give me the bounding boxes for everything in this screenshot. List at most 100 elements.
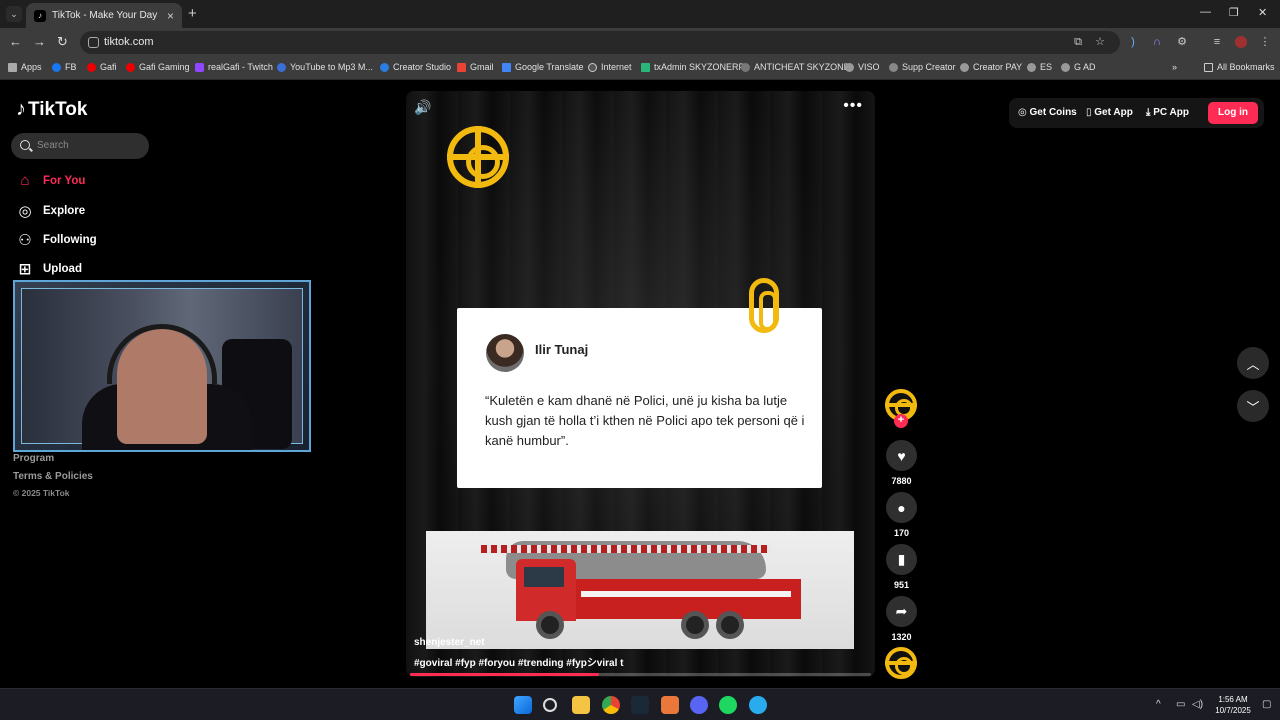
headset bbox=[107, 324, 217, 384]
heart-icon: ♥ bbox=[897, 447, 906, 464]
install-app-icon[interactable]: ⧉ bbox=[1072, 36, 1084, 48]
share-button[interactable]: ➦ bbox=[886, 596, 917, 627]
video-player[interactable]: 🔊 ••• Ilir Tunaj “Kuletën e kam dhanë në… bbox=[406, 91, 875, 677]
browser-menu-icon[interactable]: ⋮ bbox=[1259, 36, 1271, 48]
facebook-icon bbox=[52, 62, 61, 72]
home-icon: ⌂ bbox=[20, 172, 30, 189]
login-button[interactable]: Log in bbox=[1208, 102, 1258, 124]
bookmark-star-icon[interactable]: ☆ bbox=[1094, 36, 1106, 48]
url-text: tiktok.com bbox=[104, 36, 154, 48]
search-input[interactable]: Search bbox=[11, 133, 149, 159]
tray-chevron-icon[interactable]: ^ bbox=[1156, 699, 1161, 710]
nav-explore[interactable]: ◎ Explore bbox=[16, 202, 85, 220]
bookmark-anticheat[interactable]: ANTICHEAT SKYZONE bbox=[741, 62, 850, 72]
telegram-icon[interactable] bbox=[749, 696, 767, 714]
video-caption[interactable]: #goviral #fyp #foryou #trending #fypシvir… bbox=[414, 654, 624, 669]
app-a-icon[interactable] bbox=[661, 696, 679, 714]
bookmark-g-ad[interactable]: G AD bbox=[1061, 62, 1096, 72]
address-bar[interactable]: tiktok.com bbox=[80, 31, 1120, 54]
browser-tab[interactable]: ♪ TikTok - Make Your Day × bbox=[26, 3, 182, 28]
footer-program-link[interactable]: Program bbox=[13, 453, 54, 464]
extensions-puzzle-icon[interactable]: ⚙ bbox=[1176, 36, 1188, 48]
window-close-icon[interactable]: ✕ bbox=[1258, 6, 1267, 19]
pc-app-button[interactable]: ⤓ PC App bbox=[1146, 107, 1189, 118]
bookmark-txadmin[interactable]: txAdmin SKYZONERP bbox=[641, 62, 745, 72]
restore-icon[interactable]: ❐ bbox=[1229, 6, 1239, 19]
follow-plus-icon[interactable]: + bbox=[894, 414, 908, 428]
volume-tray-icon[interactable]: ◁) bbox=[1192, 699, 1203, 710]
get-coins-button[interactable]: ◎ Get Coins bbox=[1018, 107, 1077, 118]
bookmark-internet[interactable]: Internet bbox=[588, 62, 632, 72]
meta-icon bbox=[380, 62, 389, 72]
more-options-icon[interactable]: ••• bbox=[843, 97, 863, 115]
bookmark-gafi[interactable]: Gafi bbox=[87, 62, 117, 72]
file-explorer-icon[interactable] bbox=[572, 696, 590, 714]
music-disc-icon[interactable] bbox=[885, 647, 917, 679]
extension-vpn-icon[interactable]: ∩ bbox=[1151, 36, 1163, 48]
bookmarks-overflow-icon[interactable]: » bbox=[1172, 62, 1177, 72]
steam-icon[interactable] bbox=[631, 696, 649, 714]
bookmark-google-translate[interactable]: Google Translate bbox=[502, 62, 584, 72]
start-windows-icon[interactable] bbox=[514, 696, 532, 714]
tiktok-logo[interactable]: ♪ TikTok bbox=[16, 98, 87, 121]
bookmark-gafi-gaming[interactable]: Gafi Gaming bbox=[126, 62, 190, 72]
comment-icon: ● bbox=[897, 499, 906, 516]
quote-text: “Kuletën e kam dhanë në Polici, unë ju k… bbox=[485, 393, 805, 448]
save-button[interactable]: ▮ bbox=[886, 544, 917, 575]
globe-icon bbox=[588, 62, 597, 72]
new-tab-icon[interactable]: + bbox=[188, 5, 197, 22]
quote-author-name: Ilir Tunaj bbox=[535, 342, 589, 357]
bookmark-supp-creator[interactable]: Supp Creator bbox=[889, 62, 956, 72]
search-placeholder: Search bbox=[37, 140, 69, 151]
bookmark-creator-pay[interactable]: Creator PAY bbox=[960, 62, 1022, 72]
volume-icon[interactable]: 🔊 bbox=[414, 99, 431, 116]
like-button[interactable]: ♥ bbox=[886, 440, 917, 471]
bookmark-fb[interactable]: FB bbox=[52, 62, 77, 72]
tab-close-icon[interactable]: × bbox=[167, 9, 174, 23]
nav-following[interactable]: ⚇ Following bbox=[16, 231, 96, 249]
next-video-button[interactable]: ﹀ bbox=[1237, 390, 1269, 422]
discord-icon[interactable] bbox=[690, 696, 708, 714]
comment-button[interactable]: ● bbox=[886, 492, 917, 523]
nav-for-you[interactable]: ⌂ For You bbox=[16, 172, 85, 189]
chrome-icon[interactable] bbox=[602, 696, 620, 714]
taskbar-search-icon[interactable] bbox=[543, 698, 557, 712]
bookmark-twitch[interactable]: realGafi - Twitch bbox=[195, 62, 273, 72]
notification-icon[interactable]: ▢ bbox=[1262, 699, 1271, 710]
spotify-icon[interactable] bbox=[719, 696, 737, 714]
nav-upload[interactable]: ⊞ Upload bbox=[16, 260, 82, 278]
webcam-frame bbox=[21, 288, 303, 450]
link-icon bbox=[889, 62, 898, 72]
footer-terms-link[interactable]: Terms & Policies bbox=[13, 471, 93, 482]
bookmark-es[interactable]: ES bbox=[1027, 62, 1052, 72]
get-app-button[interactable]: ▯ Get App bbox=[1086, 107, 1133, 118]
video-author[interactable]: shenjester_net bbox=[414, 637, 485, 648]
back-icon[interactable]: ← bbox=[9, 34, 22, 49]
bookmark-creator-studio[interactable]: Creator Studio bbox=[380, 62, 451, 72]
minimize-icon[interactable]: — bbox=[1200, 6, 1211, 18]
search-icon bbox=[20, 140, 30, 150]
bookmark-viso[interactable]: VISO bbox=[845, 62, 880, 72]
profile-avatar-icon[interactable] bbox=[1235, 36, 1247, 48]
video-progress-bar[interactable] bbox=[410, 673, 871, 676]
quote-card: Ilir Tunaj “Kuletën e kam dhanë në Polic… bbox=[457, 308, 822, 488]
bookmark-youtube-mp3[interactable]: YouTube to Mp3 M... bbox=[277, 62, 373, 72]
clock-time: 1:56 AM bbox=[1218, 695, 1248, 704]
bookmark-apps[interactable]: Apps bbox=[8, 62, 42, 72]
extension-audio-icon[interactable]: ) bbox=[1127, 36, 1139, 48]
reload-icon[interactable]: ↻ bbox=[57, 34, 68, 50]
tiktok-note-icon: ♪ bbox=[16, 98, 26, 120]
browser-toolbar: ← → ↻ tiktok.com ⧉ ☆ ) ∩ ⚙ ≡ ⋮ bbox=[0, 28, 1280, 57]
txadmin-icon bbox=[641, 62, 650, 72]
taskbar-clock[interactable]: 1:56 AM 10/7/2025 bbox=[1208, 694, 1258, 716]
bookmark-gmail[interactable]: Gmail bbox=[457, 62, 494, 72]
site-info-icon[interactable] bbox=[88, 37, 99, 48]
tab-search-icon[interactable]: ⌄ bbox=[6, 6, 22, 22]
previous-video-button[interactable]: ︿ bbox=[1237, 347, 1269, 379]
gmail-icon bbox=[457, 62, 466, 72]
network-icon[interactable]: ▭ bbox=[1176, 699, 1185, 710]
forward-icon[interactable]: → bbox=[33, 34, 46, 49]
all-bookmarks-folder[interactable]: All Bookmarks bbox=[1204, 62, 1275, 72]
quote-author-avatar bbox=[486, 334, 524, 372]
media-control-icon[interactable]: ≡ bbox=[1211, 36, 1223, 48]
